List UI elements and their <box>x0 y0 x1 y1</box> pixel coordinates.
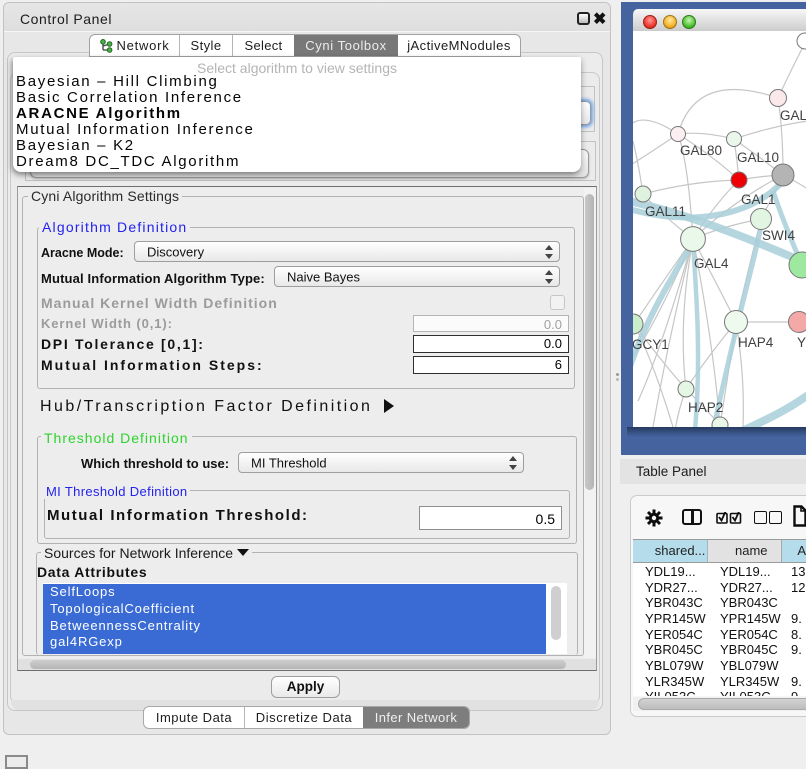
svg-text:GAL4: GAL4 <box>694 256 729 271</box>
svg-text:HAP4: HAP4 <box>738 335 774 350</box>
svg-text:GCY1: GCY1 <box>633 337 669 352</box>
svg-text:HAP2: HAP2 <box>688 400 723 415</box>
svg-text:GAL2: GAL2 <box>780 108 806 123</box>
svg-text:GAL80: GAL80 <box>680 143 722 158</box>
svg-text:SWI4: SWI4 <box>762 228 795 243</box>
svg-text:GAL11: GAL11 <box>645 204 686 219</box>
svg-text:GAL1: GAL1 <box>741 192 776 207</box>
svg-text:Y: Y <box>797 335 806 350</box>
svg-text:GAL10: GAL10 <box>737 150 779 165</box>
